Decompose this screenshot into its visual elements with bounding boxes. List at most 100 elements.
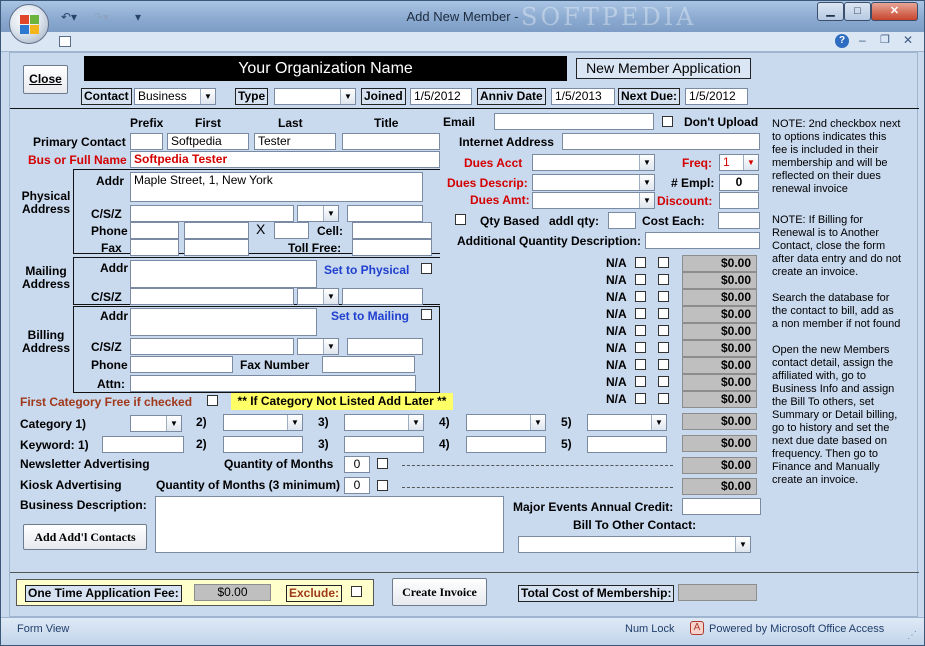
exclude-checkbox[interactable] bbox=[351, 586, 362, 597]
first-cat-free-checkbox[interactable] bbox=[207, 395, 218, 406]
option-included-checkbox[interactable] bbox=[658, 376, 669, 387]
maximize-button[interactable]: □ bbox=[844, 2, 871, 21]
customize-toolbar-icon[interactable]: ▾ bbox=[135, 10, 141, 24]
newsletter-checkbox[interactable] bbox=[377, 458, 388, 469]
mailing-addr-field[interactable] bbox=[130, 260, 317, 288]
billing-addr-field[interactable] bbox=[130, 308, 317, 336]
phone-area-field[interactable] bbox=[130, 222, 179, 239]
resize-grip-icon[interactable]: ⋰ bbox=[907, 630, 917, 641]
prefix-field[interactable] bbox=[130, 133, 163, 150]
title-field[interactable] bbox=[342, 133, 440, 150]
option-included-checkbox[interactable] bbox=[658, 308, 669, 319]
billing-zip-field[interactable] bbox=[347, 338, 423, 355]
option-included-checkbox[interactable] bbox=[658, 342, 669, 353]
addl-qty-field[interactable] bbox=[608, 212, 636, 229]
empl-field[interactable]: 0 bbox=[719, 174, 759, 191]
billing-phone-field[interactable] bbox=[130, 356, 233, 373]
add-contacts-button[interactable]: Add Add'l Contacts bbox=[23, 524, 147, 550]
option-included-checkbox[interactable] bbox=[658, 325, 669, 336]
phone-number-field[interactable] bbox=[184, 222, 249, 239]
dues-acct-select[interactable]: ▼ bbox=[532, 154, 655, 171]
billing-fax-field[interactable] bbox=[322, 356, 415, 373]
fax-area-field[interactable] bbox=[130, 239, 179, 256]
office-button[interactable] bbox=[9, 4, 49, 44]
mailing-city-field[interactable] bbox=[130, 288, 294, 305]
set-to-physical-link[interactable]: Set to Physical bbox=[324, 263, 409, 277]
dont-upload-checkbox[interactable] bbox=[662, 116, 673, 127]
qty-based-checkbox[interactable] bbox=[455, 214, 466, 225]
option-checkbox[interactable] bbox=[635, 274, 646, 285]
category-4-select[interactable]: ▼ bbox=[466, 414, 546, 431]
close-button[interactable]: Close bbox=[23, 65, 68, 94]
keyword-4-field[interactable] bbox=[466, 436, 546, 453]
billing-state-select[interactable]: ▼ bbox=[297, 338, 339, 355]
type-select[interactable]: ▼ bbox=[274, 88, 356, 105]
physical-zip-field[interactable] bbox=[347, 205, 423, 222]
physical-addr-field[interactable]: Maple Street, 1, New York bbox=[130, 172, 423, 202]
tollfree-field[interactable] bbox=[352, 239, 432, 256]
last-name-field[interactable]: Tester bbox=[254, 133, 336, 150]
keyword-2-field[interactable] bbox=[223, 436, 303, 453]
kiosk-checkbox[interactable] bbox=[377, 480, 388, 491]
addl-desc-field[interactable] bbox=[645, 232, 760, 249]
doc-close-icon[interactable]: ✕ bbox=[903, 33, 913, 47]
category-1-select[interactable]: ▼ bbox=[130, 415, 182, 432]
anniv-field[interactable]: 1/5/2013 bbox=[551, 88, 615, 105]
set-to-mailing-checkbox[interactable] bbox=[421, 309, 432, 320]
major-events-field[interactable] bbox=[682, 498, 761, 515]
set-to-physical-checkbox[interactable] bbox=[421, 263, 432, 274]
first-name-field[interactable]: Softpedia bbox=[167, 133, 249, 150]
help-icon[interactable]: ? bbox=[835, 34, 849, 48]
discount-field[interactable] bbox=[719, 192, 759, 209]
attn-field[interactable] bbox=[130, 375, 416, 392]
category-5-select[interactable]: ▼ bbox=[587, 414, 667, 431]
option-checkbox[interactable] bbox=[635, 308, 646, 319]
dues-amt-select[interactable]: ▼ bbox=[532, 192, 655, 209]
next-due-field[interactable]: 1/5/2012 bbox=[685, 88, 748, 105]
minimize-button[interactable]: ▁ bbox=[817, 2, 844, 21]
billing-city-field[interactable] bbox=[130, 338, 294, 355]
cell-field[interactable] bbox=[352, 222, 432, 239]
cost-each-field[interactable] bbox=[718, 212, 760, 229]
keyword-1-field[interactable] bbox=[102, 436, 184, 453]
close-window-button[interactable]: ✕ bbox=[871, 2, 918, 21]
option-checkbox[interactable] bbox=[635, 342, 646, 353]
category-3-select[interactable]: ▼ bbox=[344, 414, 424, 431]
option-checkbox[interactable] bbox=[635, 291, 646, 302]
kiosk-qty-field[interactable]: 0 bbox=[344, 477, 370, 494]
option-included-checkbox[interactable] bbox=[658, 359, 669, 370]
mailing-zip-field[interactable] bbox=[342, 288, 423, 305]
doc-minimize-icon[interactable]: – bbox=[859, 33, 866, 47]
fax-number-field[interactable] bbox=[184, 239, 249, 256]
doc-restore-icon[interactable]: ❐ bbox=[880, 33, 890, 46]
dues-descrip-select[interactable]: ▼ bbox=[532, 174, 655, 191]
physical-state-select[interactable]: ▼ bbox=[297, 205, 339, 222]
contact-select[interactable]: Business ▼ bbox=[134, 88, 216, 105]
option-checkbox[interactable] bbox=[635, 257, 646, 268]
mailing-state-select[interactable]: ▼ bbox=[297, 288, 339, 305]
option-included-checkbox[interactable] bbox=[658, 274, 669, 285]
option-included-checkbox[interactable] bbox=[658, 291, 669, 302]
keyword-3-field[interactable] bbox=[344, 436, 424, 453]
set-to-mailing-link[interactable]: Set to Mailing bbox=[331, 309, 409, 323]
keyword-5-field[interactable] bbox=[587, 436, 667, 453]
redo-icon[interactable]: ↷▾ bbox=[93, 10, 109, 24]
option-included-checkbox[interactable] bbox=[658, 393, 669, 404]
create-invoice-button[interactable]: Create Invoice bbox=[392, 578, 487, 606]
option-checkbox[interactable] bbox=[635, 325, 646, 336]
internet-field[interactable] bbox=[562, 133, 760, 150]
option-checkbox[interactable] bbox=[635, 359, 646, 370]
option-checkbox[interactable] bbox=[635, 393, 646, 404]
bus-name-field[interactable]: Softpedia Tester bbox=[130, 151, 440, 168]
option-included-checkbox[interactable] bbox=[658, 257, 669, 268]
newsletter-qty-field[interactable]: 0 bbox=[344, 456, 370, 473]
email-field[interactable] bbox=[494, 113, 654, 130]
undo-icon[interactable]: ↶▾ bbox=[61, 10, 77, 24]
freq-select[interactable]: 1 ▼ bbox=[719, 154, 759, 171]
option-checkbox[interactable] bbox=[635, 376, 646, 387]
joined-field[interactable]: 1/5/2012 bbox=[410, 88, 472, 105]
business-desc-field[interactable] bbox=[155, 496, 504, 553]
category-2-select[interactable]: ▼ bbox=[223, 414, 303, 431]
phone-ext-field[interactable] bbox=[274, 222, 309, 239]
physical-city-field[interactable] bbox=[130, 205, 294, 222]
